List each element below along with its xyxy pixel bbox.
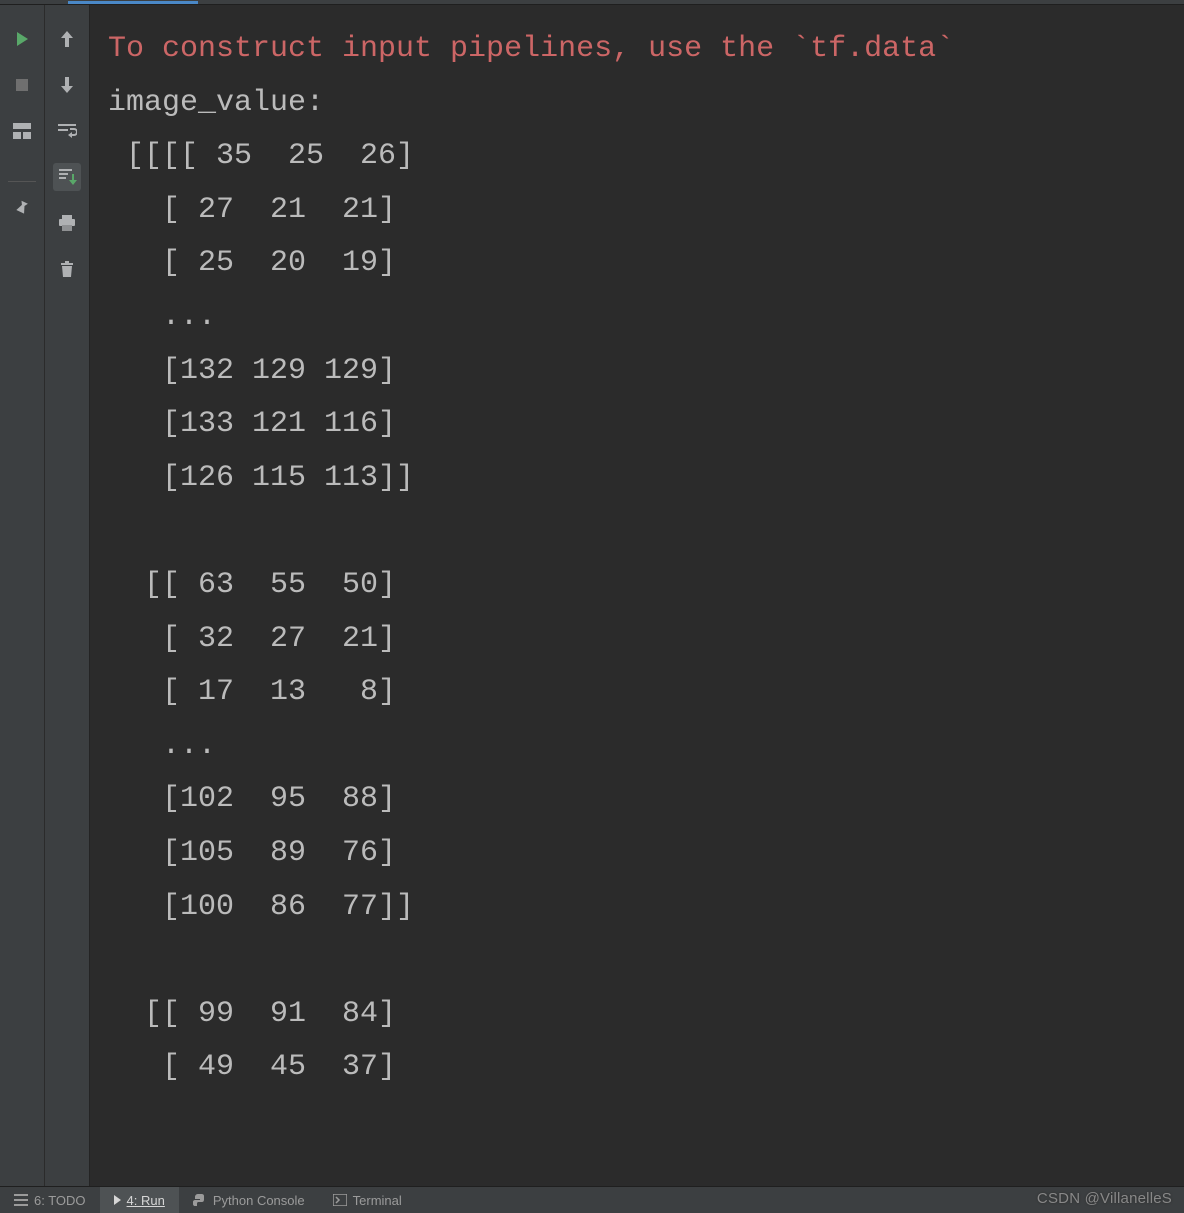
left-tool-gutter [0, 5, 45, 1186]
stop-icon[interactable] [8, 71, 36, 99]
arrow-down-icon[interactable] [53, 71, 81, 99]
status-tab-label: Terminal [353, 1193, 402, 1208]
layout-icon[interactable] [8, 117, 36, 145]
mid-tool-gutter [45, 5, 90, 1186]
run-icon[interactable] [8, 25, 36, 53]
console-output[interactable]: To construct input pipelines, use the `t… [90, 5, 1184, 1186]
status-tab-terminal[interactable]: Terminal [319, 1187, 416, 1213]
warning-line: To construct input pipelines, use the `t… [108, 32, 954, 66]
arrow-up-icon[interactable] [53, 25, 81, 53]
status-tab-todo[interactable]: 6: TODO [0, 1187, 100, 1213]
print-icon[interactable] [53, 209, 81, 237]
status-bar: 6: TODO 4: Run Python Console Terminal [0, 1186, 1184, 1213]
pin-icon[interactable] [8, 194, 36, 222]
soft-wrap-icon[interactable] [53, 117, 81, 145]
status-tab-python-console[interactable]: Python Console [179, 1187, 319, 1213]
console-text: To construct input pipelines, use the `t… [108, 23, 1166, 1095]
watermark: CSDN @VillanelleS [1037, 1190, 1172, 1207]
gutter-divider [8, 181, 36, 182]
status-tab-label: 4: Run [127, 1193, 165, 1208]
status-tab-run[interactable]: 4: Run [100, 1187, 179, 1213]
scroll-to-end-icon[interactable] [53, 163, 81, 191]
run-tab-icon [114, 1195, 121, 1205]
status-tab-label: Python Console [213, 1193, 305, 1208]
array-output: [[[[ 35 25 26] [ 27 21 21] [ 25 20 19] .… [108, 139, 414, 1084]
active-tab-indicator [68, 1, 198, 4]
trash-icon[interactable] [53, 255, 81, 283]
status-tab-label: 6: TODO [34, 1193, 86, 1208]
output-label: image_value: [108, 86, 324, 120]
